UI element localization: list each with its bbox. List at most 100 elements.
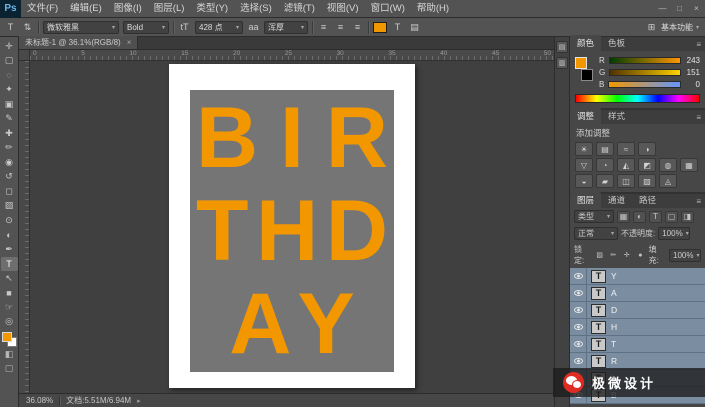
layer-visibility-cell[interactable]	[570, 319, 587, 335]
invert-icon[interactable]: ◒	[575, 174, 593, 188]
tool-pen[interactable]: ✒	[1, 242, 18, 257]
anti-alias-select[interactable]: 浑厚 ▾	[264, 21, 308, 34]
filter-pixel-layers-icon[interactable]: ▦	[617, 211, 630, 223]
tab-channels[interactable]: 通道	[601, 192, 632, 208]
tool-crop[interactable]: ▣	[1, 97, 18, 112]
tab-styles[interactable]: 样式	[601, 108, 632, 124]
status-menu-arrow-icon[interactable]: ▸	[137, 397, 141, 405]
green-value[interactable]: 151	[685, 68, 700, 77]
blend-mode-select[interactable]: 正常 ▾	[574, 227, 618, 240]
layer-row[interactable]: T A	[570, 285, 705, 302]
layer-row[interactable]: T H	[570, 319, 705, 336]
tool-marquee[interactable]: ▢	[1, 54, 18, 69]
screen-mode-icon[interactable]: ▢	[1, 362, 18, 377]
menu-item-edit[interactable]: 编辑(E)	[64, 0, 108, 18]
menu-item-file[interactable]: 文件(F)	[21, 0, 64, 18]
gradient-map-icon[interactable]: ▨	[638, 174, 656, 188]
brightness-contrast-icon[interactable]: ☀	[575, 142, 593, 156]
align-center-icon[interactable]: ≡	[334, 21, 347, 34]
quick-mask-icon[interactable]: ◧	[1, 347, 18, 362]
tool-shape[interactable]: ■	[1, 286, 18, 301]
green-slider[interactable]	[609, 69, 681, 76]
curves-icon[interactable]: ≈	[617, 142, 635, 156]
tool-preset-icon[interactable]: T	[4, 21, 17, 34]
layer-visibility-cell[interactable]	[570, 302, 587, 318]
panel-menu-icon[interactable]: ≡	[696, 197, 705, 208]
menu-item-window[interactable]: 窗口(W)	[365, 0, 411, 18]
tool-type[interactable]: T	[1, 257, 18, 272]
tool-healing-brush[interactable]: ✚	[1, 126, 18, 141]
maximize-button[interactable]: □	[671, 0, 688, 18]
layer-visibility-cell[interactable]	[570, 285, 587, 301]
zoom-level[interactable]: 36.08%	[26, 396, 53, 405]
filter-smart-objects-icon[interactable]: ◨	[681, 211, 694, 223]
layer-visibility-cell[interactable]	[570, 268, 587, 284]
lock-all-icon[interactable]: ●	[635, 250, 646, 261]
warp-text-icon[interactable]: T	[391, 21, 404, 34]
tool-brush[interactable]: ✏	[1, 141, 18, 156]
tab-color[interactable]: 颜色	[570, 35, 601, 51]
tool-path-selection[interactable]: ↖	[1, 271, 18, 286]
workspace-switcher[interactable]: ⊞ 基本功能 ▾	[645, 21, 701, 34]
vibrance-icon[interactable]: ▽	[575, 158, 593, 172]
tab-close-icon[interactable]: ×	[127, 38, 132, 47]
menu-item-help[interactable]: 帮助(H)	[411, 0, 455, 18]
tool-eraser[interactable]: ◻	[1, 184, 18, 199]
tool-eyedropper[interactable]: ✎	[1, 112, 18, 127]
threshold-icon[interactable]: ◫	[617, 174, 635, 188]
black-white-icon[interactable]: ◩	[638, 158, 656, 172]
layer-visibility-cell[interactable]	[570, 353, 587, 369]
tool-hand[interactable]: ☞	[1, 300, 18, 315]
background-color-swatch[interactable]	[581, 69, 593, 81]
layer-row[interactable]: T Y	[570, 268, 705, 285]
foreground-color-swatch[interactable]	[2, 332, 12, 342]
layer-row[interactable]: T T	[570, 336, 705, 353]
menu-item-select[interactable]: 选择(S)	[234, 0, 278, 18]
tool-clone-stamp[interactable]: ◉	[1, 155, 18, 170]
photo-filter-icon[interactable]: ◍	[659, 158, 677, 172]
color-balance-icon[interactable]: ◭	[617, 158, 635, 172]
fill-select[interactable]: 100% ▾	[669, 249, 701, 262]
panel-menu-icon[interactable]: ≡	[696, 40, 705, 51]
tool-history-brush[interactable]: ↺	[1, 170, 18, 185]
tool-blur[interactable]: ⊙	[1, 213, 18, 228]
document-canvas[interactable]: B I R T H D A Y	[169, 64, 415, 388]
menu-item-layer[interactable]: 图层(L)	[148, 0, 191, 18]
tool-gradient[interactable]: ▨	[1, 199, 18, 214]
font-style-select[interactable]: Bold ▾	[123, 21, 169, 34]
tool-lasso[interactable]: ◌	[1, 68, 18, 83]
filter-type-layers-icon[interactable]: T	[649, 211, 662, 223]
menu-item-filter[interactable]: 滤镜(T)	[278, 0, 321, 18]
layer-filter-select[interactable]: 类型 ▾	[574, 210, 614, 223]
tab-swatches[interactable]: 色板	[601, 35, 632, 51]
foreground-color-swatch[interactable]	[575, 57, 587, 69]
document-tab[interactable]: 未标题-1 @ 36.1%(RGB/8) ×	[19, 36, 138, 49]
blue-slider[interactable]	[608, 81, 681, 88]
history-panel-icon[interactable]: ▤	[556, 41, 568, 53]
lock-transparency-icon[interactable]: ▨	[594, 250, 605, 261]
menu-item-type[interactable]: 类型(Y)	[190, 0, 234, 18]
blue-value[interactable]: 0	[685, 80, 700, 89]
color-spectrum-bar[interactable]	[575, 94, 700, 103]
char-panel-toggle-icon[interactable]: ▤	[408, 21, 421, 34]
minimize-button[interactable]: —	[654, 0, 671, 18]
exposure-icon[interactable]: ◑	[638, 142, 656, 156]
red-value[interactable]: 243	[685, 56, 700, 65]
tool-move[interactable]: ✛	[1, 39, 18, 54]
tab-layers[interactable]: 图层	[570, 192, 601, 208]
menu-item-image[interactable]: 图像(I)	[108, 0, 148, 18]
font-family-select[interactable]: 微软雅黑 ▾	[43, 21, 119, 34]
tool-quick-selection[interactable]: ✦	[1, 83, 18, 98]
posterize-icon[interactable]: ▰	[596, 174, 614, 188]
red-slider[interactable]	[609, 57, 681, 64]
tool-zoom[interactable]: ◎	[1, 315, 18, 330]
align-right-icon[interactable]: ≡	[351, 21, 364, 34]
close-button[interactable]: ×	[688, 0, 705, 18]
levels-icon[interactable]: ▤	[596, 142, 614, 156]
filter-shape-layers-icon[interactable]: ▢	[665, 211, 678, 223]
properties-panel-icon[interactable]: ▥	[556, 57, 568, 69]
tab-paths[interactable]: 路径	[632, 192, 663, 208]
menu-item-view[interactable]: 视图(V)	[321, 0, 365, 18]
text-color-swatch[interactable]	[373, 22, 387, 33]
lock-position-icon[interactable]: ✛	[622, 250, 633, 261]
